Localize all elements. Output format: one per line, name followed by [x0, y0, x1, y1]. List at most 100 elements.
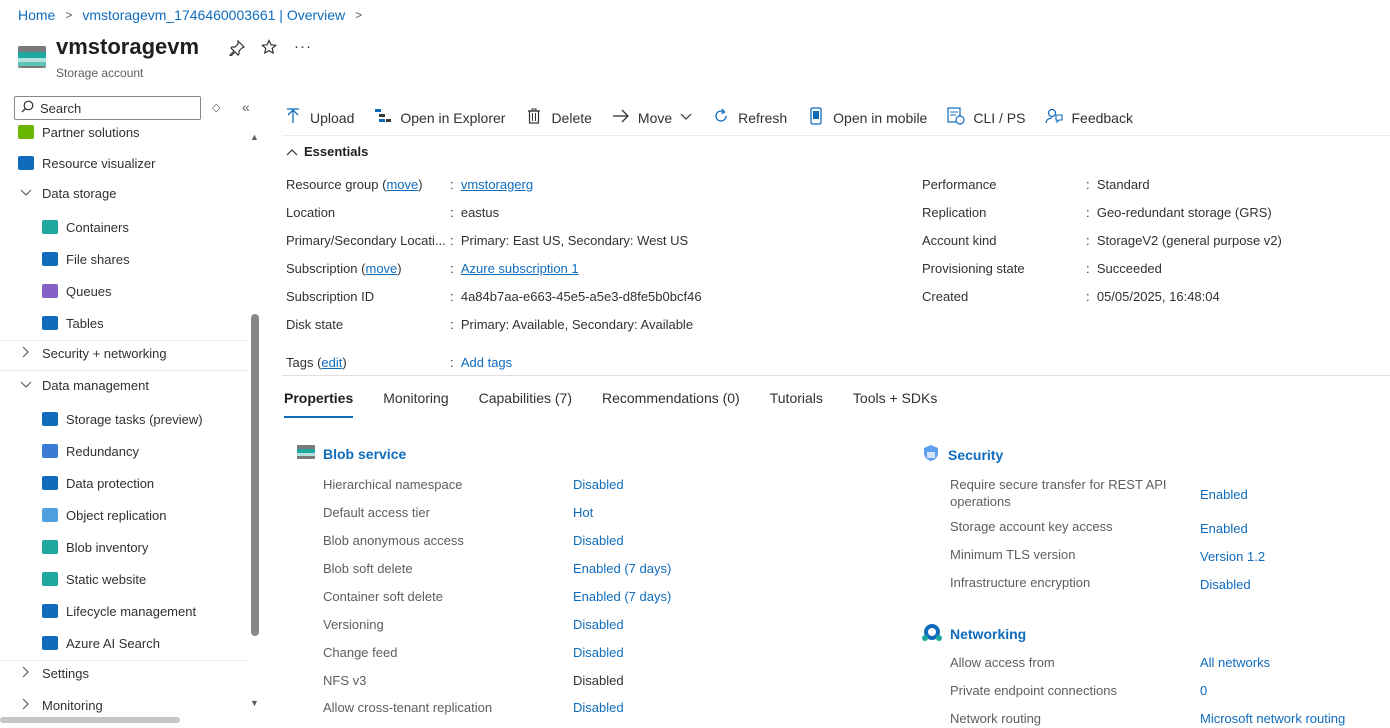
- sidebar-item-data-protection[interactable]: Data protection: [0, 469, 250, 497]
- file-shares-icon: [42, 252, 58, 266]
- blob-service-row-value[interactable]: Disabled: [573, 697, 624, 717]
- sidebar-item-blob-inventory[interactable]: Blob inventory: [0, 533, 250, 561]
- sidebar-item-resource-visualizer[interactable]: Resource visualizer: [0, 149, 250, 177]
- blob-service-row-value: Disabled: [573, 672, 624, 688]
- blob-service-row-value[interactable]: Enabled (7 days): [573, 558, 671, 578]
- tab-tools-sdks[interactable]: Tools + SDKs: [853, 390, 937, 418]
- disk-state-value: Primary: Available, Secondary: Available: [460, 316, 694, 332]
- sidebar-item-label: Monitoring: [42, 697, 103, 713]
- networking-row-label: Private endpoint connections: [950, 682, 1117, 698]
- security-row-value[interactable]: Disabled: [1200, 574, 1251, 594]
- sidebar-item-lifecycle-management[interactable]: Lifecycle management: [0, 597, 250, 625]
- resource-group-move-link[interactable]: move: [386, 177, 418, 192]
- open-in-mobile-button[interactable]: Open in mobile: [807, 107, 927, 129]
- sidebar-item-monitoring[interactable]: Monitoring: [0, 691, 250, 719]
- networking-row-value[interactable]: All networks: [1200, 652, 1270, 672]
- tab-properties[interactable]: Properties: [284, 390, 354, 418]
- breadcrumb-resource-link[interactable]: vmstoragevm_1746460003661 | Overview: [82, 7, 345, 23]
- chevron-right-icon: [18, 698, 34, 713]
- add-tags-link[interactable]: Add tags: [461, 355, 512, 370]
- location-value: eastus: [460, 204, 500, 220]
- blob-service-row-value[interactable]: Disabled: [573, 614, 624, 634]
- open-in-explorer-button[interactable]: Open in Explorer: [374, 108, 505, 128]
- sidebar-item-storage-tasks-preview[interactable]: Storage tasks (preview): [0, 405, 250, 433]
- scroll-up-icon[interactable]: ▲: [250, 132, 259, 142]
- cli-ps-button[interactable]: CLI / PS: [947, 107, 1025, 129]
- tab-monitoring[interactable]: Monitoring: [383, 390, 448, 418]
- blob-service-row-value[interactable]: Enabled (7 days): [573, 586, 671, 606]
- sidebar-scrollbar[interactable]: [251, 314, 259, 636]
- sidebar-item-static-website[interactable]: Static website: [0, 565, 250, 593]
- move-button[interactable]: Move: [612, 109, 692, 127]
- feedback-icon: [1045, 108, 1064, 128]
- networking-row-value[interactable]: Microsoft network routing: [1200, 708, 1345, 728]
- blob-service-row-label: Change feed: [323, 644, 398, 660]
- sidebar-item-data-management[interactable]: Data management: [0, 371, 250, 399]
- sidebar-item-containers[interactable]: Containers: [0, 213, 250, 241]
- horizontal-scrollbar[interactable]: [0, 717, 180, 723]
- collapse-sidebar-icon[interactable]: «: [242, 99, 250, 115]
- upload-button[interactable]: Upload: [284, 108, 354, 128]
- subscription-link[interactable]: Azure subscription 1: [461, 261, 579, 276]
- provisioning-state-label: Provisioning state: [922, 260, 1025, 276]
- networking-header[interactable]: Networking: [922, 622, 1026, 645]
- tab-capabilities[interactable]: Capabilities (7): [479, 390, 572, 418]
- blob-service-row-value[interactable]: Disabled: [573, 642, 624, 662]
- account-kind-label: Account kind: [922, 232, 997, 248]
- sidebar-item-queues[interactable]: Queues: [0, 277, 250, 305]
- sidebar-item-tables[interactable]: Tables: [0, 309, 250, 337]
- essentials-toggle[interactable]: Essentials: [286, 144, 368, 159]
- refresh-icon: [712, 108, 730, 128]
- visualizer-icon: [18, 156, 34, 170]
- blob-service-row-label: NFS v3: [323, 672, 367, 688]
- lifecycle-icon: [42, 604, 58, 618]
- security-header[interactable]: Security: [922, 444, 1003, 465]
- blob-service-row-value[interactable]: Hot: [573, 502, 593, 522]
- search-input[interactable]: [40, 100, 190, 116]
- sidebar-item-azure-ai-search[interactable]: Azure AI Search: [0, 629, 250, 657]
- essentials-divider: [282, 375, 1390, 376]
- blob-service-row-label: Container soft delete: [323, 588, 443, 604]
- sidebar-item-label: Lifecycle management: [66, 603, 197, 619]
- sidebar-item-label: Containers: [66, 219, 129, 235]
- sidebar-item-data-storage[interactable]: Data storage: [0, 179, 250, 207]
- storage-tasks-icon: [42, 412, 58, 426]
- sidebar-item-label: Resource visualizer: [42, 155, 156, 171]
- security-row-value[interactable]: Version 1.2: [1200, 546, 1265, 566]
- security-row-value[interactable]: Enabled: [1200, 484, 1248, 504]
- pin-icon[interactable]: [229, 39, 246, 60]
- more-options-icon[interactable]: ···: [294, 38, 312, 55]
- sort-icon[interactable]: ◇: [212, 101, 220, 114]
- chevron-down-icon: [680, 112, 692, 124]
- sidebar-item-settings[interactable]: Settings: [0, 659, 250, 687]
- star-icon[interactable]: [261, 39, 277, 59]
- tab-tutorials[interactable]: Tutorials: [770, 390, 823, 418]
- shield-icon: [42, 476, 58, 490]
- resource-group-link[interactable]: vmstoragerg: [461, 177, 533, 192]
- sidebar-item-security-networking[interactable]: Security + networking: [0, 339, 250, 367]
- search-box[interactable]: [14, 96, 201, 120]
- feedback-button[interactable]: Feedback: [1045, 108, 1133, 128]
- breadcrumb-home-link[interactable]: Home: [18, 7, 55, 23]
- blob-service-header[interactable]: Blob service: [297, 444, 406, 463]
- refresh-button[interactable]: Refresh: [712, 108, 787, 128]
- delete-button[interactable]: Delete: [525, 108, 592, 128]
- networking-row-value[interactable]: 0: [1200, 680, 1207, 700]
- tags-edit-link[interactable]: edit: [321, 355, 342, 370]
- sidebar-item-partner-solutions[interactable]: Partner solutions: [0, 118, 250, 146]
- sidebar-item-file-shares[interactable]: File shares: [0, 245, 250, 273]
- blob-service-row-value[interactable]: Disabled: [573, 474, 624, 494]
- sidebar-item-redundancy[interactable]: Redundancy: [0, 437, 250, 465]
- search-icon: [21, 100, 34, 116]
- blob-service-row-label: Allow cross-tenant replication: [323, 699, 493, 715]
- subscription-move-link[interactable]: move: [365, 261, 397, 276]
- sidebar-item-object-replication[interactable]: Object replication: [0, 501, 250, 529]
- security-row-label: Minimum TLS version: [950, 547, 1076, 562]
- storage-account-icon: [18, 44, 46, 70]
- scroll-down-icon[interactable]: ▼: [250, 698, 259, 708]
- tab-recommendations[interactable]: Recommendations (0): [602, 390, 740, 418]
- trash-icon: [525, 108, 543, 128]
- blob-service-row-value[interactable]: Disabled: [573, 530, 624, 550]
- security-row-value[interactable]: Enabled: [1200, 518, 1248, 538]
- containers-icon: [42, 220, 58, 234]
